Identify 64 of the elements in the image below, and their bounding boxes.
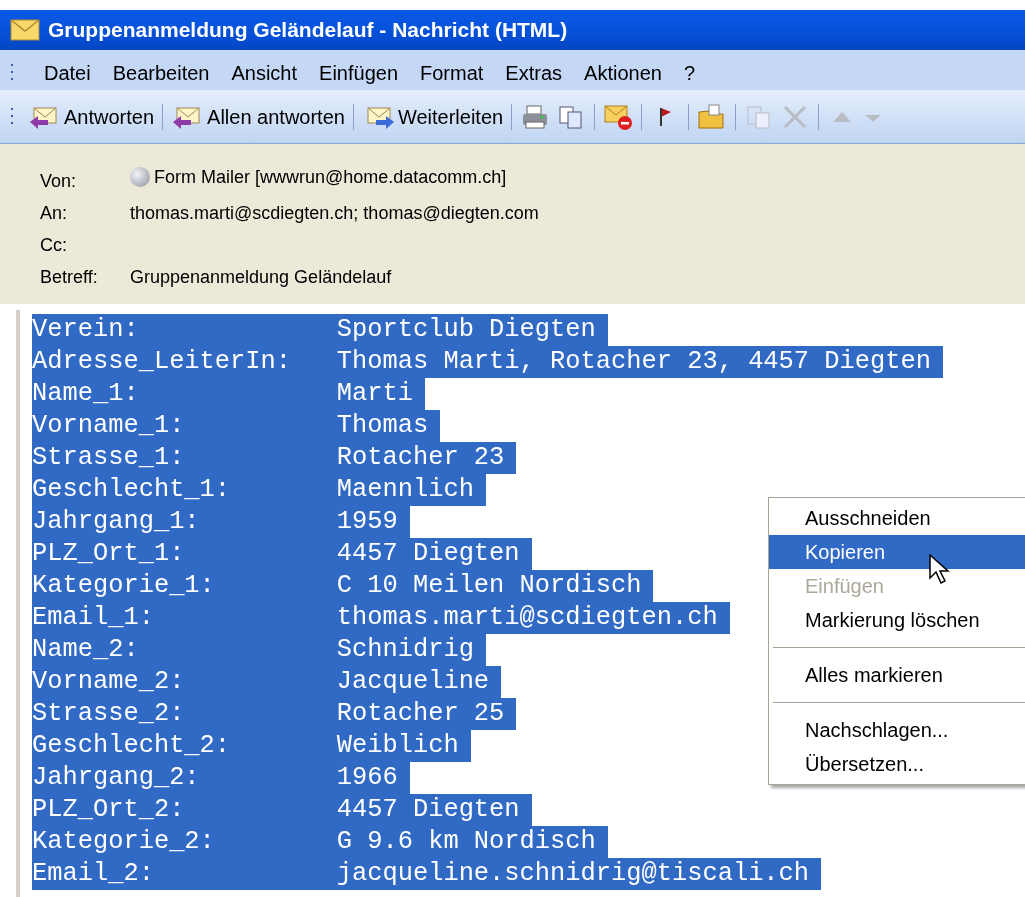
header-label: Betreff: [40, 265, 99, 289]
reply-all-button[interactable]: Allen antworten [171, 101, 345, 132]
field-label: Geschlecht_2: [32, 730, 337, 762]
field-label: Strasse_2: [32, 698, 337, 730]
mouse-pointer-icon [929, 554, 951, 586]
field-value: jacqueline.schnidrig@tiscali.ch [336, 858, 822, 890]
menu-item[interactable]: Format [420, 58, 484, 88]
field-label: Email_1: [32, 602, 337, 634]
field-value: Thomas [336, 410, 441, 442]
menu-item[interactable]: Alles markieren [769, 658, 1025, 692]
field-label: Jahrgang_1: [32, 506, 337, 538]
field-value: Jacqueline [336, 666, 502, 698]
field-value: Marti [336, 378, 425, 410]
menu-item[interactable]: Ansicht [231, 58, 298, 88]
field-label: Verein: [32, 314, 337, 346]
field-label: Adresse_LeiterIn: [32, 346, 337, 378]
field-label: Vorname_2: [32, 666, 337, 698]
field-label: Email_2: [32, 858, 337, 890]
field-value: Sportclub Diegten [336, 314, 608, 346]
menu-item[interactable]: Kopieren [769, 535, 1025, 569]
menu-item[interactable]: Nachschlagen... [769, 713, 1025, 747]
forward-button[interactable]: Weiterleiten [361, 101, 504, 132]
menu-item[interactable]: Einfügen [319, 58, 398, 88]
field-value: 4457 Diegten [336, 794, 532, 826]
field-value: Rotacher 25 [336, 698, 517, 730]
field-label: Vorname_1: [32, 410, 337, 442]
header-value: thomas.marti@scdiegten.ch; thomas@diegten.com [130, 201, 539, 225]
field-label: Jahrgang_2: [32, 762, 337, 794]
field-label: Geschlecht_1: [32, 474, 337, 506]
field-value: Schnidrig [336, 634, 486, 666]
header-value: Gruppenanmeldung Geländelauf [130, 265, 392, 289]
header-label: Von: [40, 169, 78, 193]
window-title: Gruppenanmeldung Geländelauf - Nachricht (HTML) [48, 17, 568, 44]
contact-icon [130, 167, 150, 187]
field-value: Rotacher 23 [336, 442, 517, 474]
field-value: 4457 Diegten [336, 538, 532, 570]
menu-item[interactable]: Datei [44, 58, 91, 88]
menu-item[interactable]: Übersetzen... [769, 747, 1025, 781]
field-value: 1966 [336, 762, 410, 794]
field-value: Maennlich [336, 474, 486, 506]
menu-item[interactable]: Markierung löschen [769, 603, 1025, 637]
menu-item[interactable]: Aktionen [584, 58, 662, 88]
field-value: Weiblich [336, 730, 471, 762]
field-label: Strasse_1: [32, 442, 337, 474]
reply-button[interactable]: Antworten [28, 101, 155, 132]
header-label: Cc: [40, 233, 68, 257]
field-value: 1959 [336, 506, 410, 538]
field-label: PLZ_Ort_1: [32, 538, 337, 570]
field-label: Name_1: [32, 378, 337, 410]
field-label: Kategorie_1: [32, 570, 337, 602]
field-value: Thomas Marti, Rotacher 23, 4457 Diegten [336, 346, 943, 378]
field-label: PLZ_Ort_2: [32, 794, 337, 826]
header-value: Form Mailer [wwwrun@home.datacomm.ch] [154, 165, 507, 189]
field-value: thomas.marti@scdiegten.ch [336, 602, 730, 634]
menu-item[interactable]: Ausschneiden [769, 501, 1025, 535]
field-label: Name_2: [32, 634, 337, 666]
menu-item[interactable]: Bearbeiten [112, 58, 210, 88]
envelope-icon [10, 19, 40, 41]
menu-item[interactable]: ? [683, 58, 695, 88]
field-value: G 9.6 km Nordisch [336, 826, 608, 858]
header-label: An: [40, 201, 69, 225]
menu-item[interactable]: Extras [505, 58, 563, 88]
field-value: C 10 Meilen Nordisch [336, 570, 654, 602]
field-label: Kategorie_2: [32, 826, 337, 858]
